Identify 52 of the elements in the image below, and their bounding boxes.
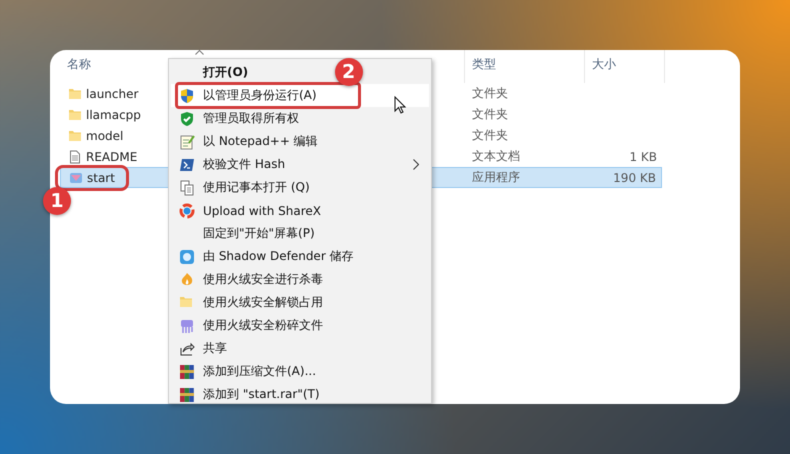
menu-item[interactable]: 添加到压缩文件(A)... [179,363,316,380]
file-type: 文件夹 [472,127,508,144]
file-size: 1 KB [629,150,657,164]
file-type: 应用程序 [472,169,520,186]
folder-icon [68,108,82,122]
menu-item[interactable]: 打开(O) [179,64,248,81]
file-size: 190 KB [613,170,656,184]
menu-item[interactable]: 固定到"开始"屏幕(P) [179,225,315,242]
menu-item[interactable]: 使用火绒安全进行杀毒 [179,271,323,288]
folder-icon [68,86,82,100]
shield-icon [179,88,195,104]
share-icon [179,340,195,356]
menu-item[interactable]: 添加到 "start.rar"(T) [179,386,320,403]
menu-item[interactable]: 以 Notepad++ 编辑 [179,133,318,150]
menu-item[interactable]: 校验文件 Hash [179,156,286,173]
app-icon [69,170,83,184]
menu-item[interactable]: 管理员取得所有权 [179,110,299,127]
column-header[interactable]: 大小 [585,50,665,83]
books-icon [179,364,195,380]
table-cell[interactable]: README [60,146,168,167]
file-type: 文件夹 [472,106,508,123]
check-shield-icon [179,110,195,126]
notepad-icon [179,134,195,150]
file-name: launcher [86,86,138,100]
sort-caret-icon [195,50,204,55]
ring-icon [179,202,195,218]
menu-item[interactable]: 由 Shadow Defender 储存 [179,248,354,265]
folder-icon [68,128,82,142]
books-icon [179,386,195,402]
file-name: start [87,170,115,184]
document-icon [68,150,82,164]
menu-item[interactable]: 使用火绒安全解锁占用 [179,294,323,311]
menu-item[interactable]: Upload with ShareX [179,202,321,218]
terminal-icon [179,156,195,172]
file-type: 文件夹 [472,85,508,102]
table-cell[interactable]: llamacpp [60,104,168,125]
flame-icon [179,272,195,288]
file-name: model [86,128,124,142]
menu-item[interactable]: 共享 [179,340,227,357]
file-type: 文本文档 [472,148,520,165]
table-cell[interactable]: model [60,125,168,146]
pages-icon [179,180,195,196]
step-number-badge: 1 [43,186,71,214]
shredder-icon [179,318,195,334]
menu-item[interactable]: 使用记事本打开 (Q) [179,179,310,196]
file-name: llamacpp [86,108,141,122]
menu-item[interactable]: 使用火绒安全粉碎文件 [179,317,323,334]
mouse-pointer-icon [394,96,406,114]
column-header[interactable]: 类型 [465,50,585,83]
table-cell[interactable]: launcher [60,83,168,104]
file-name: README [86,150,138,164]
menu-item[interactable]: 以管理员身份运行(A) [171,84,429,107]
